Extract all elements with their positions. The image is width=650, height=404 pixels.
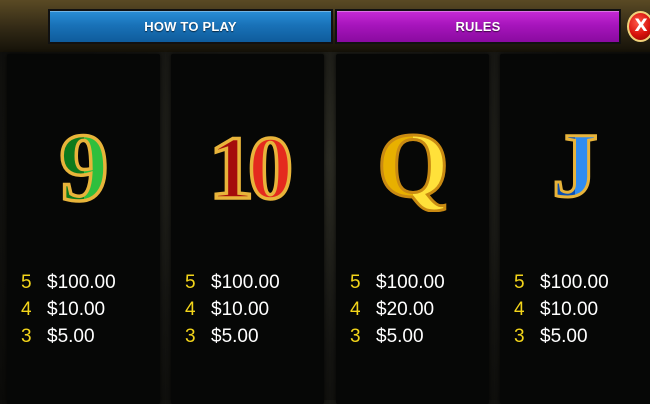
payout-row: 4 $10.00 xyxy=(514,298,598,322)
match-count: 4 xyxy=(185,299,196,320)
payout-row: 5 $100.00 xyxy=(350,271,445,295)
ten-symbol-glyph: 10 xyxy=(209,119,290,212)
payout-amount: $100.00 xyxy=(540,272,609,293)
payout-amount: $5.00 xyxy=(376,326,424,347)
payout-amount: $5.00 xyxy=(540,326,588,347)
paytable-panel-jack: J 5 $100.00 4 $10.00 3 $5.00 xyxy=(500,54,650,404)
payout-amount: $10.00 xyxy=(211,299,270,320)
payout-amount: $10.00 xyxy=(540,299,599,320)
payout-row: 5 $100.00 xyxy=(514,271,609,295)
match-count: 3 xyxy=(514,326,525,347)
match-count: 3 xyxy=(21,326,32,347)
payout-amount: $5.00 xyxy=(47,326,95,347)
payout-amount: $10.00 xyxy=(47,299,106,320)
queen-symbol-glyph: Q xyxy=(377,114,449,212)
paytable-panel-ten: 10 5 $100.00 4 $10.00 3 $5.00 xyxy=(171,54,324,404)
match-count: 4 xyxy=(350,299,361,320)
tab-how-to-play[interactable]: HOW TO PLAY xyxy=(48,9,333,44)
match-count: 3 xyxy=(350,326,361,347)
payout-row: 4 $10.00 xyxy=(21,298,105,322)
queen-symbol-icon: Q xyxy=(336,112,489,213)
payout-row: 5 $100.00 xyxy=(185,271,280,295)
payout-amount: $5.00 xyxy=(211,326,259,347)
match-count: 5 xyxy=(21,272,32,293)
jack-symbol-icon: J xyxy=(500,112,650,213)
match-count: 3 xyxy=(185,326,196,347)
payout-row: 3 $5.00 xyxy=(514,325,588,349)
nine-symbol-icon: 9 xyxy=(7,112,160,212)
paytable-panel-queen: Q 5 $100.00 4 $20.00 3 $5.00 xyxy=(336,54,489,404)
close-icon: X xyxy=(634,16,648,36)
paytable-panel-nine: 9 5 $100.00 4 $10.00 3 $5.00 xyxy=(7,54,160,404)
match-count: 4 xyxy=(514,299,525,320)
jack-symbol-glyph: J xyxy=(552,114,598,212)
payout-amount: $100.00 xyxy=(211,272,280,293)
payout-row: 5 $100.00 xyxy=(21,271,116,295)
payout-amount: $100.00 xyxy=(376,272,445,293)
close-button[interactable]: X xyxy=(627,11,650,42)
match-count: 5 xyxy=(185,272,196,293)
payout-row: 4 $10.00 xyxy=(185,298,269,322)
payout-amount: $100.00 xyxy=(47,272,116,293)
payout-row: 3 $5.00 xyxy=(21,325,95,349)
payout-amount: $20.00 xyxy=(376,299,435,320)
payout-row: 4 $20.00 xyxy=(350,298,434,322)
tab-rules[interactable]: RULES xyxy=(335,9,621,44)
ten-symbol-icon: 10 xyxy=(171,112,324,212)
match-count: 5 xyxy=(350,272,361,293)
match-count: 4 xyxy=(21,299,32,320)
nine-symbol-glyph: 9 xyxy=(59,114,108,212)
payout-row: 3 $5.00 xyxy=(350,325,424,349)
payout-row: 3 $5.00 xyxy=(185,325,259,349)
match-count: 5 xyxy=(514,272,525,293)
